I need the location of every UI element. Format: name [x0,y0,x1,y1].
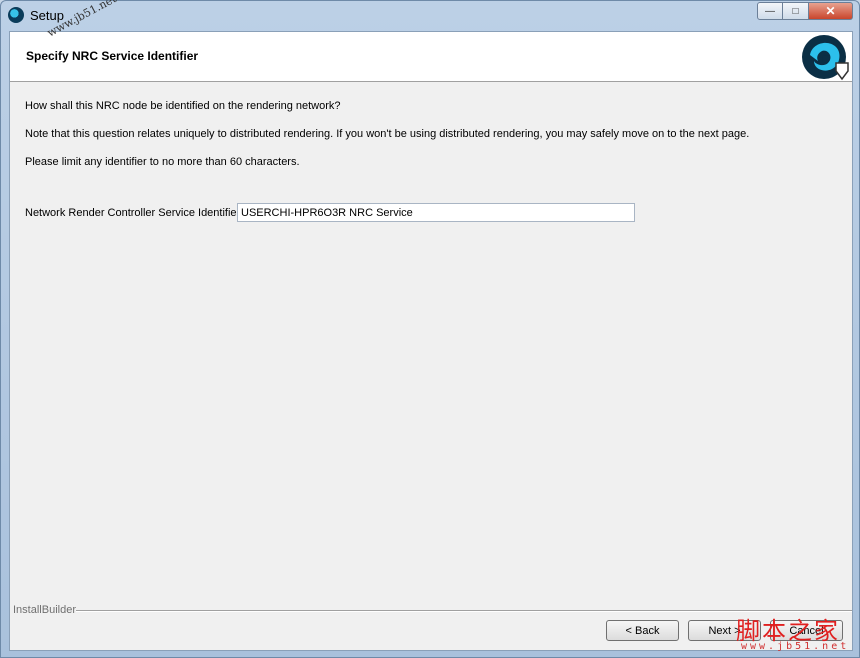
note-text: Note that this question relates uniquely… [25,128,750,140]
minimize-button[interactable]: — [757,2,783,20]
setup-window: Setup — □ ✕ Specify NRC Service Identifi… [0,0,860,658]
limit-text: Please limit any identifier to no more t… [25,156,300,168]
identifier-input[interactable] [237,203,635,222]
wizard-client-area: Specify NRC Service Identifier How shall… [9,31,853,651]
close-button[interactable]: ✕ [809,2,853,20]
installbuilder-brand: InstallBuilder [13,604,76,616]
maximize-button[interactable]: □ [783,2,809,20]
title-bar[interactable]: Setup — □ ✕ [1,1,859,31]
setup-app-icon [8,7,24,23]
back-button[interactable]: < Back [606,620,679,641]
url-watermark: www.jb51.net [741,641,850,652]
window-controls: — □ ✕ [757,2,853,20]
page-title: Specify NRC Service Identifier [26,49,199,63]
question-text: How shall this NRC node be identified on… [25,100,341,112]
wizard-header: Specify NRC Service Identifier [10,32,852,82]
identifier-label: Network Render Controller Service Identi… [25,207,241,219]
installbuilder-logo-icon [802,35,849,81]
